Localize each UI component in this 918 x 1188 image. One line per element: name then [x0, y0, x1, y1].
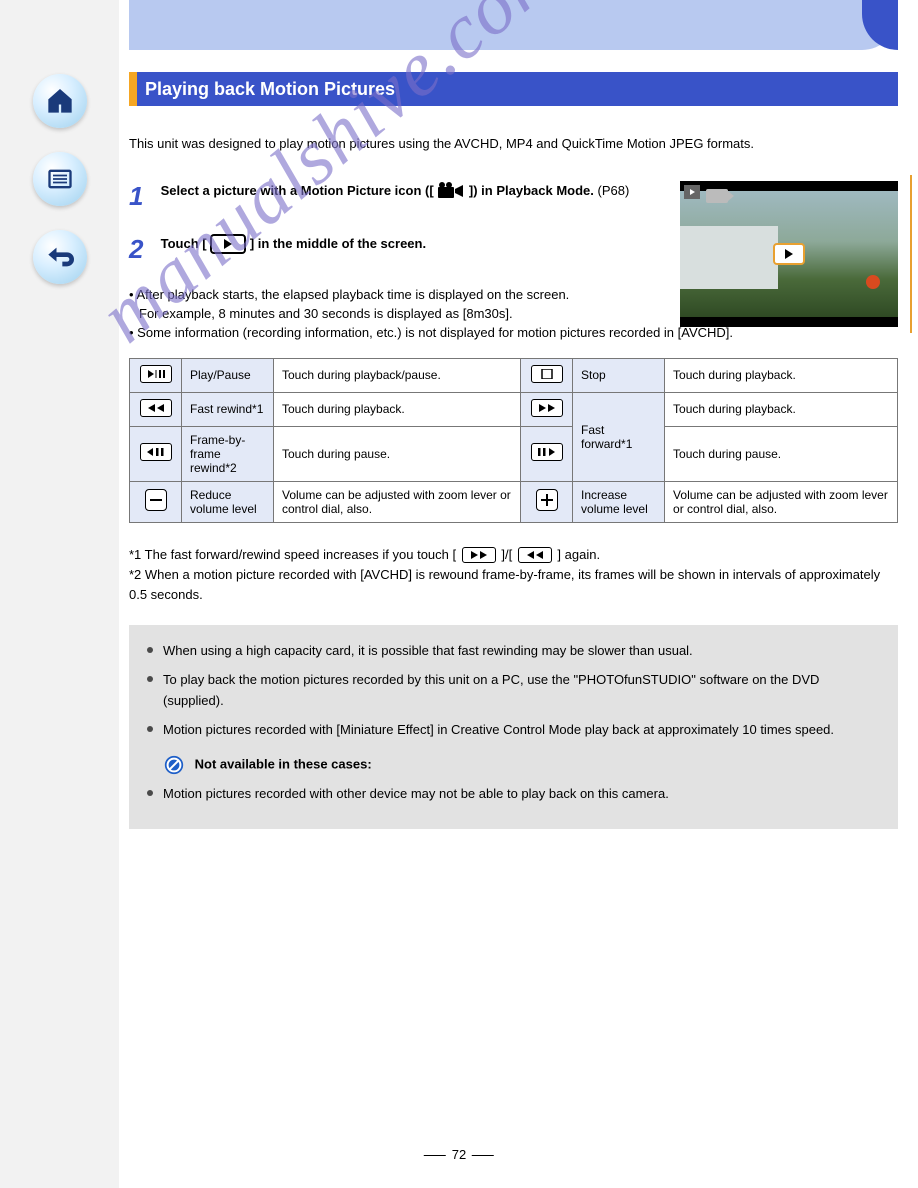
stop-icon	[531, 365, 563, 383]
not-available-icon	[163, 754, 185, 776]
camera-mode-icon	[706, 189, 728, 203]
header-band	[129, 0, 898, 50]
note-item: When using a high capacity card, it is p…	[147, 641, 880, 662]
back-icon[interactable]	[33, 230, 87, 284]
rewind-icon	[140, 399, 172, 417]
note-item: Motion pictures recorded with [Miniature…	[147, 720, 880, 741]
note-item: Motion pictures recorded with other devi…	[147, 784, 880, 805]
preview-thumbnail	[680, 181, 898, 327]
step-1: 1 In Playback Mode, select Motion Pictur…	[129, 181, 649, 212]
play-overlay-icon	[773, 243, 805, 265]
notes-box: When using a high capacity card, it is p…	[129, 625, 898, 829]
page-number: 72	[418, 1147, 500, 1162]
plus-icon	[536, 489, 558, 511]
rewind-icon	[518, 547, 552, 563]
playback-controls-table: Play/Pause Touch during playback/pause. …	[129, 358, 898, 523]
fast-forward-icon	[462, 547, 496, 563]
minus-icon	[145, 489, 167, 511]
menu-icon[interactable]	[33, 152, 87, 206]
home-icon[interactable]	[33, 74, 87, 128]
play-button-icon	[210, 234, 246, 254]
footnotes: *1 The fast forward/rewind speed increas…	[129, 545, 898, 605]
play-pause-icon	[140, 365, 172, 383]
step-2: 2 Touch [ ] in the middle of the screen.	[129, 234, 649, 265]
frame-back-icon	[140, 443, 172, 461]
page-title: Playing back Motion Pictures	[145, 79, 395, 100]
fast-forward-icon	[531, 399, 563, 417]
frame-forward-icon	[531, 443, 563, 461]
note-item: To play back the motion pictures recorde…	[147, 670, 880, 712]
movie-camera-icon	[437, 182, 465, 200]
intro-text: This unit was designed to play motion pi…	[129, 134, 898, 155]
page-title-bar: Playing back Motion Pictures	[129, 72, 898, 106]
play-indicator-icon	[684, 185, 700, 199]
